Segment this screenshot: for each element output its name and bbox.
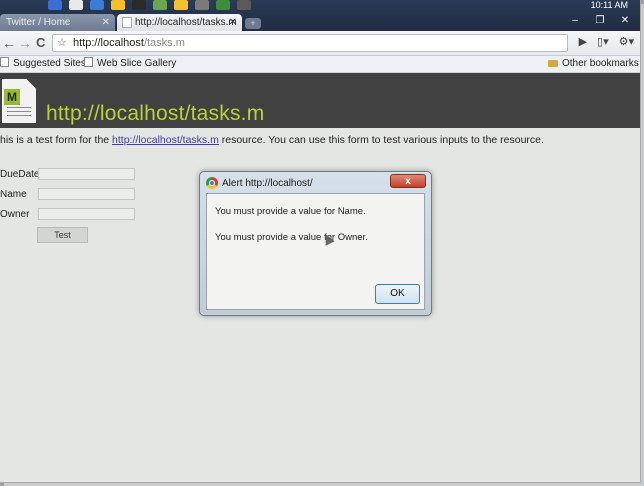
document-icon: M	[2, 79, 36, 123]
tab-close-icon[interactable]: ✕	[229, 14, 237, 31]
bookmarks-bar: Suggested Sites Web Slice Gallery Other …	[0, 56, 640, 73]
wrench-menu-icon[interactable]: ⚙▾	[619, 35, 634, 48]
taskbar-app-icon[interactable]	[174, 0, 188, 10]
tab-close-icon[interactable]: ✕	[102, 14, 110, 31]
ok-button[interactable]: OK	[375, 284, 420, 304]
tab-strip: 10:11 AM Twitter / Home ✕ http://localho…	[0, 0, 640, 31]
test-button[interactable]: Test	[37, 227, 88, 243]
taskbar-app-icon[interactable]	[111, 0, 125, 10]
alert-dialog: Alert http://localhost/ x You must provi…	[199, 171, 432, 316]
close-window-button[interactable]: ✕	[614, 14, 636, 28]
taskbar-app-icon[interactable]	[153, 0, 167, 10]
bookmark-label: Suggested Sites	[13, 58, 86, 69]
chrome-icon	[206, 177, 218, 189]
page-icon	[84, 57, 93, 67]
other-bookmarks[interactable]: Other bookmarks	[548, 56, 639, 72]
minimize-button[interactable]: –	[564, 14, 586, 28]
browser-window: 10:11 AM Twitter / Home ✕ http://localho…	[0, 0, 641, 483]
address-path: /tasks.m	[143, 37, 185, 49]
page-menu-icon[interactable]: ▯▾	[597, 35, 609, 48]
resource-link[interactable]: http://localhost/tasks.m	[112, 134, 219, 146]
name-input[interactable]	[38, 188, 135, 200]
alert-close-button[interactable]: x	[390, 174, 426, 188]
owner-input[interactable]	[38, 208, 135, 220]
tab-label: Twitter / Home	[6, 17, 71, 28]
taskbar-app-icon[interactable]	[48, 0, 62, 10]
taskbar-app-icon[interactable]	[216, 0, 230, 10]
alert-message: You must provide a value for Name.	[215, 206, 366, 217]
forward-arrow-icon[interactable]: →	[18, 34, 32, 52]
taskbar-app-icon[interactable]	[237, 0, 251, 10]
bookmark-label: Web Slice Gallery	[97, 58, 177, 69]
taskbar-app-icon[interactable]	[90, 0, 104, 10]
alert-title: Alert http://localhost/	[222, 178, 313, 189]
address-host: http://localhost	[73, 37, 144, 49]
page-favicon-icon	[122, 17, 132, 28]
go-arrow-icon[interactable]: ▶	[579, 35, 587, 48]
other-bookmarks-label: Other bookmarks	[562, 58, 639, 69]
intro-text: his is a test form for the http://localh…	[0, 134, 544, 146]
page-icon	[0, 57, 9, 67]
owner-label: Owner	[0, 209, 30, 220]
page-header: M http://localhost/tasks.m	[0, 73, 640, 128]
taskbar-app-icon[interactable]	[132, 0, 146, 10]
tab-tasks[interactable]: http://localhost/tasks.m ✕	[117, 14, 242, 31]
taskbar-icons	[48, 0, 251, 12]
name-label: Name	[0, 189, 27, 200]
bookmark-suggested-sites[interactable]: Suggested Sites	[0, 56, 86, 72]
system-clock: 10:11 AM	[590, 0, 628, 10]
duedate-input[interactable]	[38, 168, 135, 180]
alert-body: You must provide a value for Name. You m…	[206, 193, 425, 310]
back-arrow-icon[interactable]: ←	[2, 34, 16, 52]
page-title: http://localhost/tasks.m	[46, 102, 265, 125]
folder-icon	[548, 60, 558, 67]
taskbar-app-icon[interactable]	[69, 0, 83, 10]
new-tab-button[interactable]: +	[245, 18, 261, 29]
intro-after: resource. You can use this form to test …	[218, 134, 544, 146]
alert-message: You must provide a value for Owner.	[215, 232, 368, 243]
duedate-label: DueDate	[0, 169, 40, 180]
tab-twitter[interactable]: Twitter / Home ✕	[0, 14, 115, 31]
bookmark-star-icon[interactable]: ☆	[57, 35, 67, 51]
address-bar[interactable]: ☆ http://localhost/tasks.m	[52, 34, 568, 52]
intro-before: his is a test form for the	[0, 134, 113, 146]
logo-letter: M	[4, 89, 20, 105]
reload-icon[interactable]: C	[36, 34, 45, 52]
browser-toolbar: ← → C ☆ http://localhost/tasks.m ▶ ▯▾ ⚙▾	[0, 31, 640, 56]
taskbar-app-icon[interactable]	[195, 0, 209, 10]
bookmark-web-slice-gallery[interactable]: Web Slice Gallery	[84, 56, 176, 72]
document-lines	[7, 107, 31, 119]
toolbar-right: ▶ ▯▾ ⚙▾	[579, 35, 634, 48]
restore-button[interactable]: ❐	[589, 14, 611, 28]
tab-label: http://localhost/tasks.m	[135, 17, 237, 28]
window-controls: – ❐ ✕	[564, 14, 636, 28]
